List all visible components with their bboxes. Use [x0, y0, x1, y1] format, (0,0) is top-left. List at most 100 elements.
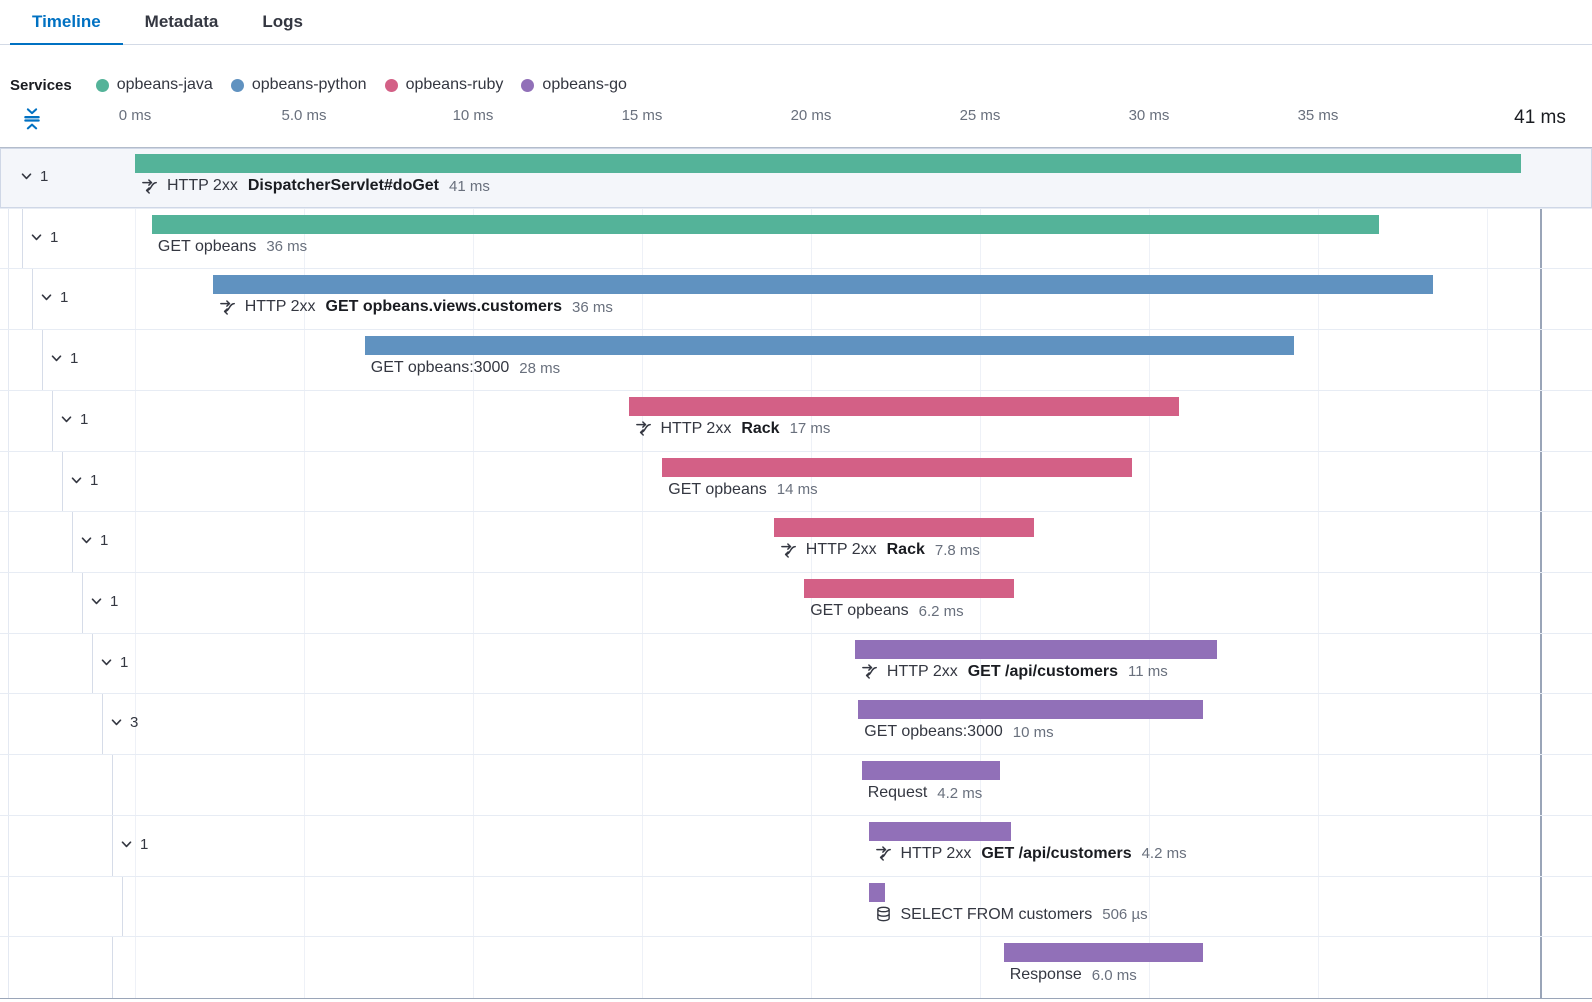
accordion-toggle[interactable]: 1: [120, 836, 148, 853]
transaction-bar[interactable]: [854, 639, 1217, 659]
accordion-toggle[interactable]: 1: [70, 472, 98, 489]
waterfall-row: 1 HTTP 2xx GET opbeans.views.customers 3…: [0, 269, 1592, 331]
fold-icon: [24, 108, 40, 130]
span-bar[interactable]: [151, 214, 1379, 234]
axis-tick-label: 41 ms: [1514, 107, 1566, 128]
span-bar[interactable]: [804, 579, 1014, 598]
child-count: 1: [50, 228, 59, 246]
span-bar[interactable]: [858, 700, 1204, 720]
chevron-down-icon: [91, 598, 102, 605]
child-count: 1: [140, 835, 149, 853]
tree-connector-line: [52, 390, 53, 451]
child-count: 1: [120, 653, 129, 671]
tree-connector-line: [32, 269, 33, 330]
transaction-bar[interactable]: [868, 821, 1011, 841]
tab-timeline[interactable]: Timeline: [10, 0, 123, 45]
span-bar[interactable]: [861, 761, 1001, 781]
item-duration: 4.2 ms: [937, 784, 983, 802]
legend-items: opbeans-java opbeans-python opbeans-ruby…: [95, 76, 645, 94]
item-label: HTTP 2xx GET /api/customers 11 ms: [861, 663, 1168, 681]
item-duration: 36 ms: [572, 298, 613, 316]
service-name: opbeans-python: [251, 76, 367, 93]
accordion-toggle[interactable]: 1: [50, 350, 78, 367]
accordion-toggle[interactable]: 1: [90, 593, 118, 610]
item-duration: 11 ms: [1127, 663, 1168, 681]
child-count: 3: [130, 714, 139, 732]
item-label: Response 6.0 ms: [1010, 966, 1137, 984]
waterfall-row: Response 6.0 ms: [0, 937, 1592, 998]
apm-trace-timeline-page: Timeline Metadata Logs Services opbeans-ja…: [0, 0, 1592, 1002]
tree-connector-line: [112, 937, 113, 998]
child-count: 1: [40, 168, 49, 185]
service-name: opbeans-go: [542, 76, 627, 93]
status-prefix: HTTP 2xx: [244, 298, 316, 316]
transaction-merge-icon: [141, 178, 158, 195]
tree-connector-line: [82, 573, 83, 633]
item-name: SELECT FROM customers: [900, 905, 1093, 923]
item-label: HTTP 2xx Rack 7.8 ms: [780, 541, 980, 559]
accordion-toggle[interactable]: 3: [110, 714, 138, 731]
axis-tick-label: 0 ms: [118, 107, 152, 124]
chevron-down-icon: [71, 476, 82, 483]
collapse-all-button[interactable]: [21, 107, 43, 131]
database-icon: [875, 906, 892, 923]
service-color-dot: [230, 78, 244, 92]
item-name: GET opbeans.views.customers: [325, 298, 563, 316]
item-duration: 4.2 ms: [1141, 845, 1187, 863]
legend-item: opbeans-python: [230, 76, 367, 94]
transaction-bar[interactable]: [212, 275, 1433, 295]
transaction-merge-icon: [875, 845, 892, 862]
chevron-down-icon: [41, 294, 52, 301]
span-bar[interactable]: [868, 882, 886, 902]
item-label: Request 4.2 ms: [868, 784, 983, 802]
services-legend: Services opbeans-java opbeans-python opb…: [10, 76, 645, 94]
status-prefix: HTTP 2xx: [805, 541, 877, 559]
accordion-toggle[interactable]: 1: [80, 532, 108, 549]
transaction-bar[interactable]: [628, 396, 1180, 416]
item-name: GET opbeans:3000: [370, 359, 510, 377]
item-duration: 10 ms: [1012, 723, 1054, 741]
accordion-toggle[interactable]: 1: [40, 289, 68, 306]
item-name: GET /api/customers: [981, 844, 1132, 862]
child-count: 1: [100, 532, 109, 550]
chevron-down-icon: [51, 355, 62, 362]
axis-tick-label: 20 ms: [790, 107, 832, 124]
item-name: GET opbeans:3000: [864, 723, 1003, 741]
item-name: DispatcherServlet#doGet: [247, 177, 440, 194]
legend-item: opbeans-go: [521, 76, 627, 94]
transaction-bar[interactable]: [135, 154, 1521, 173]
item-name: GET opbeans: [157, 237, 257, 255]
status-prefix: HTTP 2xx: [167, 177, 238, 194]
span-bar[interactable]: [662, 457, 1133, 477]
tree-connector-line: [92, 633, 93, 694]
tab-metadata[interactable]: Metadata: [123, 0, 241, 45]
axis-tick-label: 35 ms: [1297, 107, 1339, 124]
accordion-toggle[interactable]: 1: [60, 411, 88, 428]
item-label: GET opbeans 6.2 ms: [810, 602, 963, 620]
chevron-down-icon: [61, 416, 72, 423]
child-count: 1: [60, 289, 69, 307]
waterfall-row: 1 GET opbeans 14 ms: [0, 451, 1592, 513]
item-duration: 14 ms: [776, 481, 818, 499]
accordion-toggle[interactable]: 1: [100, 654, 128, 671]
status-prefix: HTTP 2xx: [660, 419, 732, 437]
waterfall-row: 1 HTTP 2xx GET /api/customers 4.2 ms: [0, 815, 1592, 877]
tree-connector-line: [102, 694, 103, 755]
item-name: Rack: [741, 419, 780, 437]
item-duration: 17 ms: [789, 420, 831, 438]
tree-connector-line: [42, 330, 43, 390]
transaction-merge-icon: [635, 420, 652, 437]
item-label: HTTP 2xx GET opbeans.views.customers 36 …: [219, 298, 613, 316]
accordion-toggle[interactable]: 1: [20, 168, 48, 185]
span-bar[interactable]: [364, 336, 1295, 356]
waterfall-row: 1 HTTP 2xx Rack 7.8 ms: [0, 512, 1592, 573]
tab-logs[interactable]: Logs: [240, 0, 325, 45]
item-name: GET opbeans: [668, 480, 767, 498]
status-prefix: HTTP 2xx: [886, 662, 958, 680]
span-bar[interactable]: [1003, 943, 1204, 963]
accordion-toggle[interactable]: 1: [30, 229, 58, 246]
transaction-bar[interactable]: [773, 518, 1035, 538]
tree-connector-line: [122, 876, 123, 937]
chevron-down-icon: [121, 841, 132, 848]
service-name: opbeans-ruby: [405, 76, 504, 93]
